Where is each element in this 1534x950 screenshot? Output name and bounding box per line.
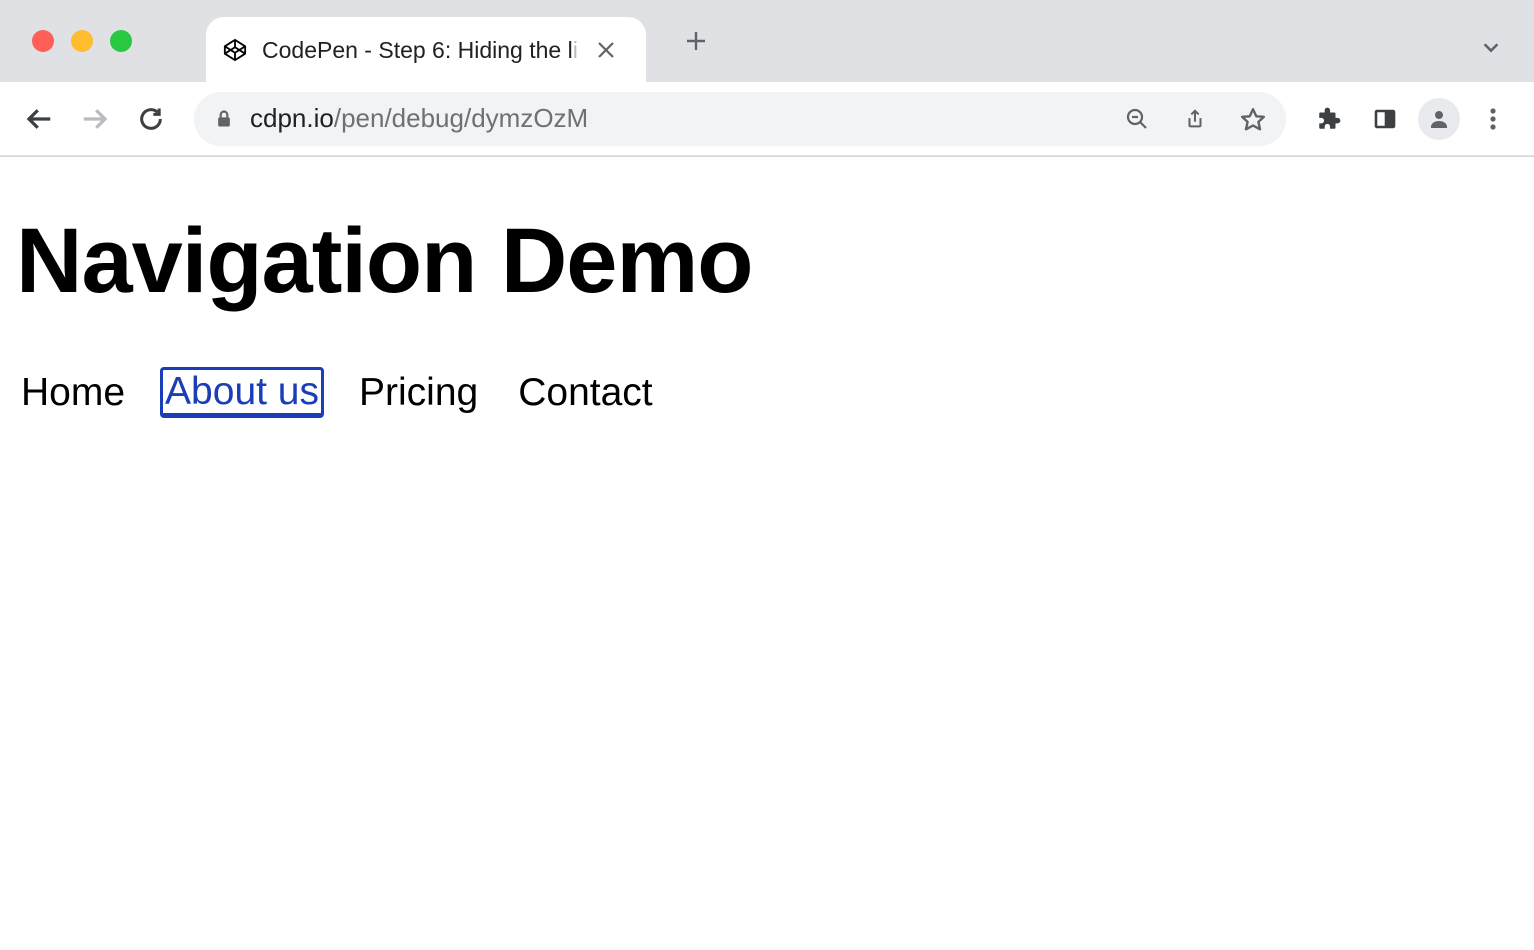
browser-toolbar: cdpn.io/pen/debug/dymzOzM [0, 82, 1534, 156]
window-close-button[interactable] [32, 30, 54, 52]
browser-tab[interactable]: CodePen - Step 6: Hiding the li [206, 17, 646, 83]
back-button[interactable] [16, 96, 62, 142]
lock-icon [214, 108, 234, 130]
tabs-dropdown-button[interactable] [1476, 32, 1506, 62]
browser-chrome: CodePen - Step 6: Hiding the li [0, 0, 1534, 157]
window-minimize-button[interactable] [71, 30, 93, 52]
codepen-icon [222, 37, 248, 63]
page-content: Navigation Demo Home About us Pricing Co… [0, 157, 1534, 434]
address-bar[interactable]: cdpn.io/pen/debug/dymzOzM [194, 92, 1286, 146]
window-controls [18, 0, 146, 82]
zoom-out-icon[interactable] [1116, 98, 1158, 140]
nav-link-pricing[interactable]: Pricing [354, 368, 483, 417]
nav-link-about-us[interactable]: About us [160, 367, 324, 418]
tab-strip: CodePen - Step 6: Hiding the li [0, 0, 1534, 82]
new-tab-button[interactable] [674, 19, 718, 63]
extensions-button[interactable] [1306, 96, 1352, 142]
nav-link-home[interactable]: Home [16, 368, 130, 417]
profile-avatar-button[interactable] [1418, 98, 1460, 140]
tab-close-button[interactable] [592, 36, 620, 64]
window-zoom-button[interactable] [110, 30, 132, 52]
tab-title: CodePen - Step 6: Hiding the li [262, 37, 578, 64]
forward-button[interactable] [72, 96, 118, 142]
nav-link-contact[interactable]: Contact [513, 368, 657, 417]
bookmark-star-icon[interactable] [1232, 98, 1274, 140]
side-panel-button[interactable] [1362, 96, 1408, 142]
share-icon[interactable] [1174, 98, 1216, 140]
kebab-menu-button[interactable] [1470, 96, 1516, 142]
demo-nav: Home About us Pricing Contact [16, 367, 1518, 418]
reload-button[interactable] [128, 96, 174, 142]
url-text: cdpn.io/pen/debug/dymzOzM [250, 103, 1100, 134]
page-heading: Navigation Demo [16, 215, 1518, 307]
